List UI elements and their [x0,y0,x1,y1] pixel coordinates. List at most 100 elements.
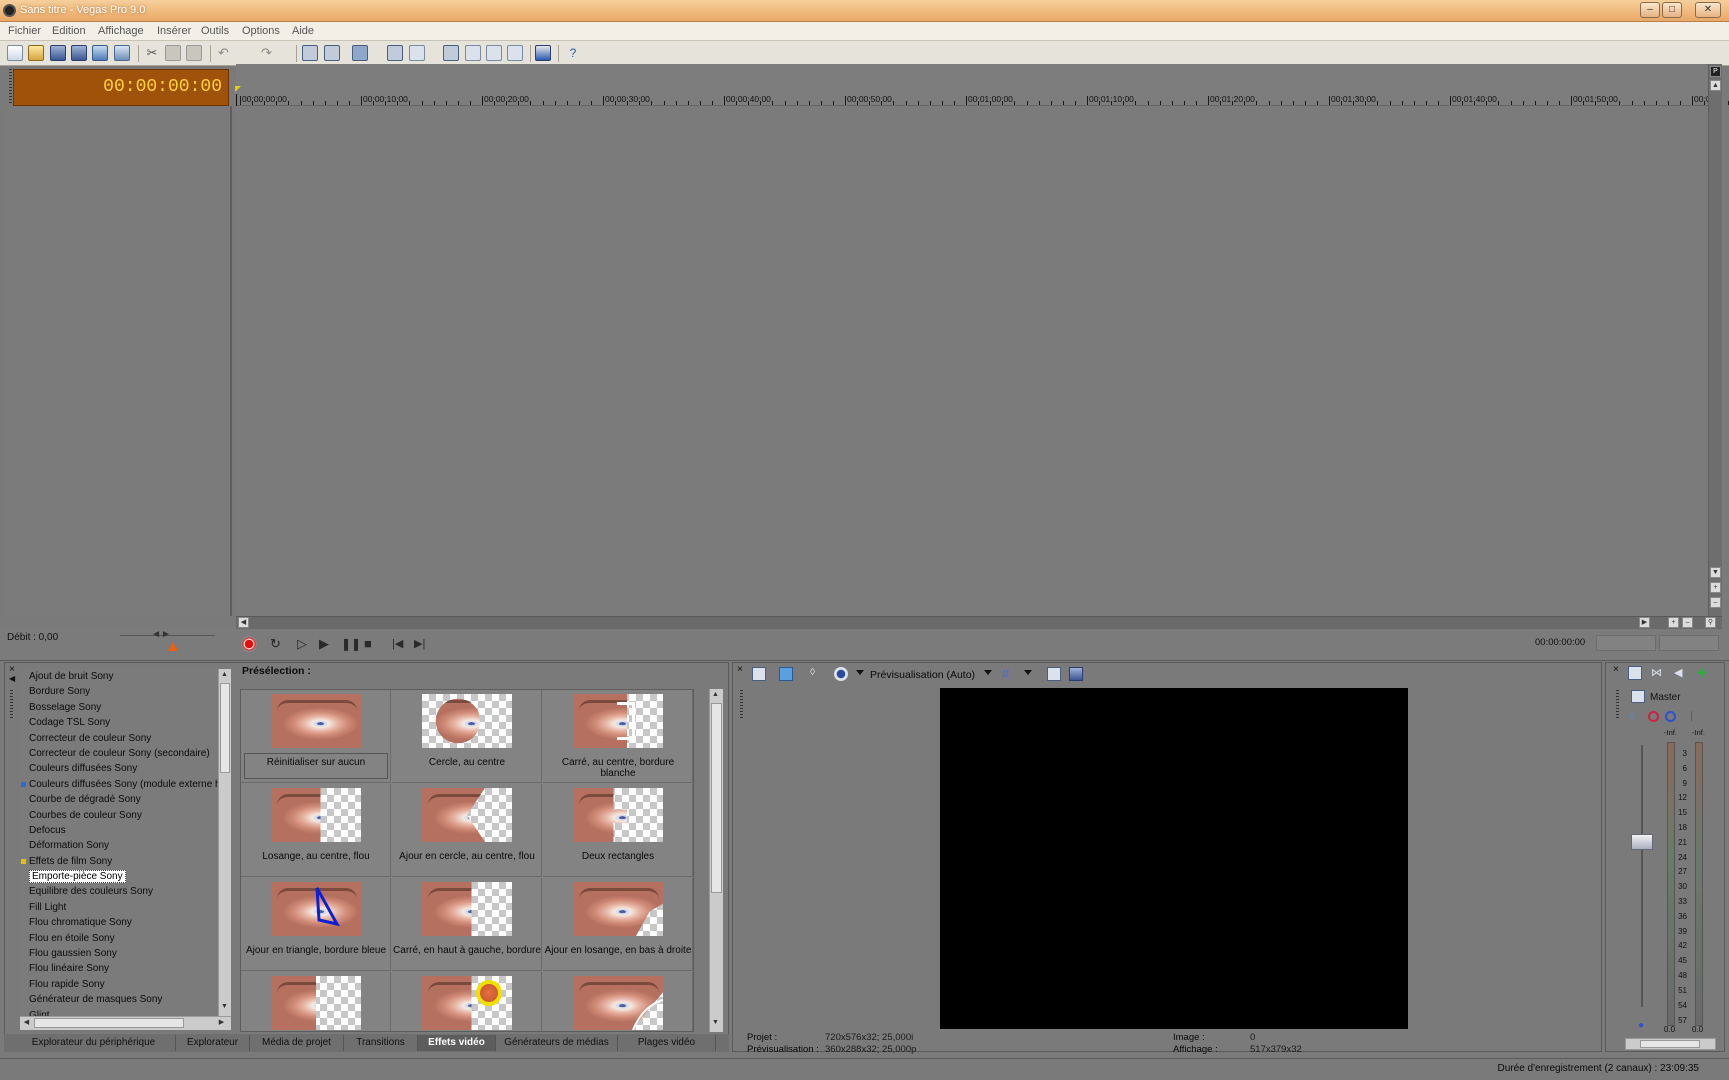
scrollbar-thumb[interactable] [34,1018,184,1028]
pause-icon[interactable]: ❚❚ [341,636,361,652]
project-settings-icon[interactable] [752,667,766,681]
menu-options[interactable]: Options [242,25,280,37]
copy-icon[interactable] [165,45,181,61]
ripple-mode-icon[interactable] [352,45,368,61]
effects-list[interactable]: Ajout de bruit Sony Bordure Sony Bossela… [20,669,231,1016]
scroll-up-icon[interactable]: ▲ [219,670,230,681]
list-item[interactable]: Correcteur de couleur Sony (secondaire) [20,746,231,761]
add-bus-icon[interactable]: ✚ [1697,666,1711,680]
scrollbar-thumb[interactable] [220,683,230,773]
selection-length-field[interactable] [1659,635,1719,651]
list-item[interactable]: Couleurs diffusées Sony [20,761,231,776]
normal-edit-tool-icon[interactable] [443,45,459,61]
list-item[interactable]: Flou en étoile Sony [20,931,231,946]
list-item[interactable]: Effets de film Sony [20,854,231,869]
loop-icon[interactable]: ↻ [270,636,286,652]
tab-explorateur[interactable]: Explorateur [176,1035,250,1051]
preset-grid[interactable]: Réinitialiser sur aucun Cercle, au centr… [240,689,694,1032]
auto-ripple-icon[interactable] [324,45,340,61]
zoom-tool-small-icon[interactable]: ⚲ [1705,617,1716,628]
tab-explorateur-peripherique[interactable]: Explorateur du périphérique [12,1035,176,1051]
close-button[interactable]: ✕ [1695,2,1721,18]
list-item[interactable]: Codage TSL Sony [20,715,231,730]
scrollbar-thumb[interactable] [711,703,722,893]
menu-affichage[interactable]: Affichage [98,25,144,37]
list-item[interactable]: Déformation Sony [20,838,231,853]
list-item[interactable]: Defocus [20,823,231,838]
video-preview-screen[interactable] [940,688,1408,1029]
tab-effets-video[interactable]: Effets vidéo [418,1035,496,1051]
minimize-button[interactable]: – [1640,2,1660,18]
preset-item[interactable] [543,972,693,1031]
stop-icon[interactable]: ■ [364,636,380,652]
copy-snapshot-icon[interactable] [1047,667,1061,681]
scroll-up-icon[interactable]: ▲ [710,690,721,701]
scroll-right-icon[interactable]: ▶ [1639,617,1650,628]
rate-marker-icon[interactable] [168,642,178,651]
list-item[interactable]: Flou chromatique Sony [20,915,231,930]
app-icon[interactable] [3,4,16,17]
list-item[interactable]: Courbes de couleur Sony [20,808,231,823]
tab-media-projet[interactable]: Média de projet [250,1035,344,1051]
go-to-start-icon[interactable]: |◀ [392,636,408,652]
timeline-vertical-scrollbar[interactable]: P ▲ ▼ + – [1708,64,1722,624]
list-item[interactable]: Bordure Sony [20,684,231,699]
selection-tool-icon[interactable] [486,45,502,61]
split-screen-icon[interactable]: ◊ [810,667,824,681]
zoom-tool-icon[interactable] [507,45,523,61]
paste-icon[interactable] [186,45,202,61]
preset-grid-scrollbar[interactable]: ▲ ▼ [709,689,723,1032]
menu-edition[interactable]: Edition [52,25,86,37]
render-icon[interactable] [92,45,108,61]
panel-pin-icon[interactable]: ◀ [9,674,15,683]
effects-list-vertical-scrollbar[interactable]: ▲ ▼ [218,669,231,1016]
tab-plages-video[interactable]: Plages vidéo [618,1035,716,1051]
preset-item[interactable]: Réinitialiser sur aucun [241,690,391,783]
menu-aide[interactable]: Aide [292,25,314,37]
list-item-selected[interactable]: Emporte-pièce Sony [20,869,231,884]
overlays-icon[interactable] [834,667,848,681]
enable-snapping-icon[interactable] [535,45,551,61]
selection-start-field[interactable] [1596,635,1656,651]
preset-item[interactable]: Carré, au centre, bordure blanche [543,690,693,783]
fader-track[interactable] [1641,745,1643,1007]
grid-dropdown-icon[interactable] [1024,670,1032,675]
mixer-scrollbar[interactable] [1625,1038,1716,1050]
external-monitor-icon[interactable] [779,667,793,681]
bus-fx-icon[interactable] [1648,711,1659,722]
downmix-icon[interactable]: ⋈ [1651,666,1665,680]
cursor-position[interactable]: 00:00:00:00 [1535,637,1593,651]
preset-item[interactable]: Losange, au centre, flou [241,784,391,877]
quality-dropdown-icon[interactable] [984,670,992,675]
preview-quality-label[interactable]: Prévisualisation (Auto) [870,669,975,681]
preset-item[interactable] [392,972,542,1031]
zoom-in-vertical-icon[interactable]: + [1710,582,1721,593]
tab-transitions[interactable]: Transitions [344,1035,418,1051]
play-from-start-icon[interactable]: ▷ [297,636,313,652]
preset-item[interactable]: Cercle, au centre [392,690,542,783]
tab-generateurs-medias[interactable]: Générateurs de médias [496,1035,618,1051]
timeline-tracks[interactable] [236,106,1708,616]
properties-icon[interactable] [114,45,130,61]
ignore-grouping-icon[interactable] [409,45,425,61]
save-as-icon[interactable] [71,45,87,61]
fader-handle[interactable] [1631,834,1653,850]
redo-icon[interactable]: ↷ [261,45,277,61]
scroll-up-icon[interactable]: ▲ [1710,80,1721,91]
dim-output-icon[interactable]: ◀ [1674,666,1688,680]
timeline-horizontal-scrollbar[interactable]: ◀ ▶ + – ⚲ [236,616,1722,629]
scroll-down-icon[interactable]: ▼ [710,1018,721,1029]
mixer-close-icon[interactable]: × [1613,664,1619,675]
list-item[interactable]: Bosselage Sony [20,700,231,715]
scroll-right-icon[interactable]: ▶ [216,1018,227,1029]
menu-outils[interactable]: Outils [201,25,229,37]
track-list-area[interactable] [6,106,232,616]
maximize-button[interactable]: □ [1662,2,1682,18]
cursor-marker-icon[interactable] [235,86,241,92]
scrollbar-thumb[interactable] [1640,1040,1700,1048]
dropdown-arrow-icon[interactable] [856,670,864,675]
mixer-properties-icon[interactable] [1628,666,1642,680]
grid-icon[interactable]: # [1002,667,1016,681]
save-icon[interactable] [50,45,66,61]
preset-item[interactable]: Ajour en losange, en bas à droite [543,878,693,971]
